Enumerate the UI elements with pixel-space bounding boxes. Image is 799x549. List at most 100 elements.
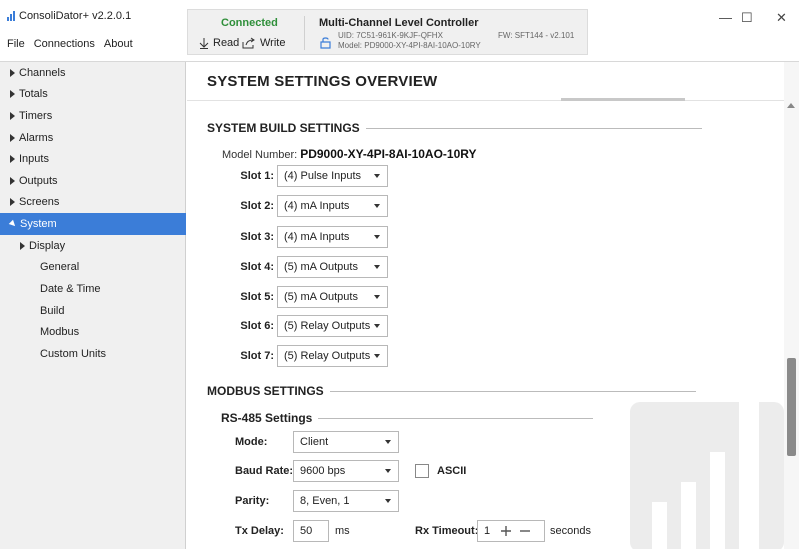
- rx-timeout-unit: seconds: [550, 525, 591, 537]
- model-number-label: Model Number:: [222, 149, 298, 161]
- rx-timeout-stepper[interactable]: 1: [477, 520, 545, 542]
- section-rule: [329, 390, 696, 392]
- slot-2-label: Slot 2:: [240, 200, 274, 212]
- slot-4-select[interactable]: (5) mA Outputs: [277, 256, 388, 278]
- sidebar-item-date-time[interactable]: Date & Time: [0, 278, 186, 300]
- baud-rate-value: 9600 bps: [300, 465, 346, 477]
- slot-3-value: (4) mA Inputs: [284, 231, 350, 243]
- sidebar-item-label: Display: [29, 240, 66, 252]
- sidebar-item-label: Alarms: [19, 132, 54, 144]
- sidebar-item-inputs[interactable]: Inputs: [0, 148, 186, 170]
- slot-3-label: Slot 3:: [240, 231, 274, 243]
- slot-6-select[interactable]: (5) Relay Outputs: [277, 315, 388, 337]
- scroll-up-arrow-icon[interactable]: [787, 103, 795, 108]
- slot-2-select[interactable]: (4) mA Inputs: [277, 195, 388, 217]
- baud-rate-label: Baud Rate:: [235, 465, 294, 477]
- triangle-right-icon: [10, 198, 15, 206]
- parity-select[interactable]: 8, Even, 1: [293, 490, 399, 512]
- title-divider: [187, 100, 784, 101]
- sidebar-item-alarms[interactable]: Alarms: [0, 127, 186, 149]
- mode-label: Mode:: [235, 436, 268, 448]
- slot-1-select[interactable]: (4) Pulse Inputs: [277, 165, 388, 187]
- slot-6-value: (5) Relay Outputs: [284, 320, 371, 332]
- main-content: SYSTEM SETTINGS OVERVIEW SYSTEM BUILD SE…: [187, 62, 784, 549]
- sidebar-item-label: Totals: [19, 88, 48, 100]
- sidebar-item-system[interactable]: System: [0, 213, 186, 235]
- plus-icon[interactable]: [500, 525, 512, 537]
- panel-divider: [304, 16, 305, 50]
- slot-5-select[interactable]: (5) mA Outputs: [277, 286, 388, 308]
- scrollbar-thumb[interactable]: [787, 358, 796, 456]
- mode-select[interactable]: Client: [293, 431, 399, 453]
- unlocked-padlock-icon[interactable]: [319, 36, 332, 49]
- write-button[interactable]: Write: [242, 37, 285, 49]
- triangle-right-icon: [10, 112, 15, 120]
- minimize-button[interactable]: —: [719, 10, 732, 25]
- sidebar-item-modbus[interactable]: Modbus: [0, 321, 186, 343]
- parity-value: 8, Even, 1: [300, 495, 350, 507]
- menu-connections[interactable]: Connections: [34, 38, 95, 50]
- menu-bar: File Connections About: [7, 38, 133, 50]
- slot-3-select[interactable]: (4) mA Inputs: [277, 226, 388, 248]
- slot-7-value: (5) Relay Outputs: [284, 350, 371, 362]
- dropdown-caret-icon: [385, 469, 391, 473]
- triangle-right-icon: [10, 177, 15, 185]
- sidebar: Channels Totals Timers Alarms Inputs Out…: [0, 62, 186, 549]
- sidebar-item-timers[interactable]: Timers: [0, 105, 186, 127]
- ascii-checkbox[interactable]: [415, 464, 429, 478]
- app-title-text: ConsoliDator+ v2.2.0.1: [19, 10, 132, 22]
- baud-rate-select[interactable]: 9600 bps: [293, 460, 399, 482]
- sidebar-item-channels[interactable]: Channels: [0, 62, 186, 84]
- sidebar-item-label: System: [20, 218, 57, 230]
- app-logo-icon: [7, 11, 15, 21]
- triangle-down-icon: [8, 219, 18, 229]
- section-rule: [318, 417, 594, 419]
- share-arrow-icon: [242, 37, 255, 49]
- sidebar-item-build[interactable]: Build: [0, 300, 186, 322]
- read-button[interactable]: Read: [199, 37, 239, 49]
- dropdown-caret-icon: [374, 354, 380, 358]
- section-rule: [365, 127, 702, 129]
- device-uid: UID: 7C51-961K-9KJF-QFHX: [338, 31, 443, 40]
- rx-timeout-value: 1: [484, 525, 491, 537]
- slot-7-select[interactable]: (5) Relay Outputs: [277, 345, 388, 367]
- build-section-label: SYSTEM BUILD SETTINGS: [207, 121, 360, 135]
- sidebar-item-label: Outputs: [19, 175, 58, 187]
- dropdown-caret-icon: [374, 174, 380, 178]
- sidebar-item-label: Custom Units: [40, 348, 107, 360]
- vertical-scrollbar[interactable]: [784, 62, 799, 549]
- menu-file[interactable]: File: [7, 38, 25, 50]
- sidebar-item-screens[interactable]: Screens: [0, 191, 186, 213]
- build-section-title: SYSTEM BUILD SETTINGS: [207, 121, 702, 135]
- modbus-section-label: MODBUS SETTINGS: [207, 384, 324, 398]
- sidebar-item-custom-units[interactable]: Custom Units: [0, 343, 186, 365]
- slot-2-value: (4) mA Inputs: [284, 200, 350, 212]
- tx-delay-input[interactable]: 50: [293, 520, 329, 542]
- sidebar-item-general[interactable]: General: [0, 256, 186, 278]
- sidebar-item-totals[interactable]: Totals: [0, 83, 186, 105]
- download-arrow-icon: [199, 38, 209, 49]
- tx-delay-value: 50: [300, 525, 313, 537]
- model-number-row: Model Number: PD9000-XY-4PI-8AI-10AO-10RY: [222, 147, 477, 161]
- device-name: Multi-Channel Level Controller: [319, 17, 479, 29]
- sidebar-item-label: Channels: [19, 67, 66, 79]
- read-label: Read: [213, 37, 240, 49]
- tx-delay-unit: ms: [335, 525, 350, 537]
- sidebar-item-outputs[interactable]: Outputs: [0, 170, 186, 192]
- slot-7-label: Slot 7:: [240, 350, 274, 362]
- close-button[interactable]: ✕: [776, 10, 787, 26]
- slot-5-label: Slot 5:: [240, 291, 274, 303]
- sidebar-item-label: Build: [40, 305, 65, 317]
- maximize-button[interactable]: ☐: [741, 10, 753, 26]
- triangle-right-icon: [10, 134, 15, 142]
- minus-icon[interactable]: [519, 525, 531, 537]
- dropdown-caret-icon: [374, 204, 380, 208]
- dropdown-caret-icon: [385, 440, 391, 444]
- watermark-graphic: [630, 402, 784, 549]
- slot-4-label: Slot 4:: [240, 261, 274, 273]
- menu-about[interactable]: About: [104, 38, 133, 50]
- slot-5-value: (5) mA Outputs: [284, 291, 358, 303]
- slot-4-value: (5) mA Outputs: [284, 261, 358, 273]
- slot-1-label: Slot 1:: [240, 170, 274, 182]
- sidebar-item-display[interactable]: Display: [0, 235, 186, 257]
